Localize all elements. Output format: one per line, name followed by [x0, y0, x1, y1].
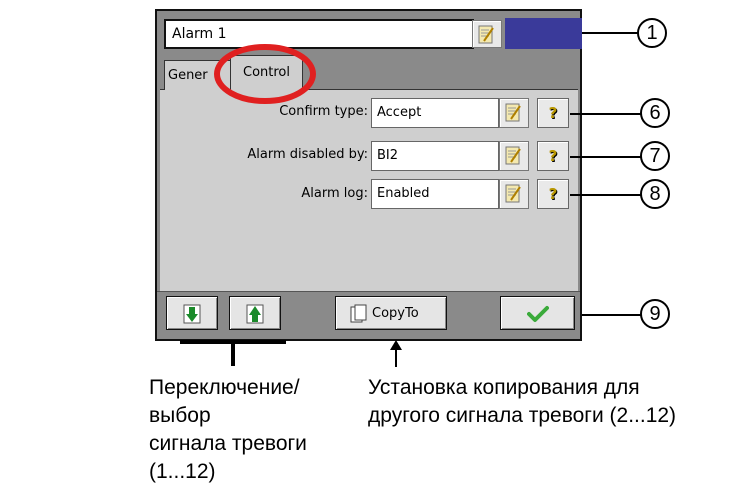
copyto-label: CopyTo — [372, 306, 419, 321]
callout-1: 1 — [637, 18, 667, 48]
callout-line-1 — [582, 32, 638, 34]
alarm-log-label: Alarm log: — [301, 186, 368, 201]
edit-icon — [505, 184, 521, 203]
copy-icon — [350, 304, 367, 323]
arrow-up-icon — [246, 304, 264, 324]
confirm-type-edit-button[interactable] — [499, 98, 529, 128]
edit-icon — [505, 103, 521, 122]
callout-7: 7 — [640, 141, 670, 171]
help-icon: ? — [548, 185, 558, 203]
alarm-disabled-by-edit-button[interactable] — [499, 141, 529, 171]
caption-right-line-1: Установка копирования для — [368, 376, 640, 399]
callout-9: 9 — [640, 299, 670, 329]
alarm-name-field[interactable]: Alarm 1 — [164, 19, 474, 49]
alarm-log-edit-button[interactable] — [499, 179, 529, 209]
title-edit-button[interactable] — [472, 20, 502, 48]
alarm-disabled-by-help-button[interactable]: ? — [537, 141, 569, 171]
caption-left-line-2: сигнала тревоги (1...12) — [149, 432, 307, 483]
title-bar — [505, 18, 582, 49]
highlight-ring — [214, 44, 316, 104]
caption-left: Переключение/выбор сигнала тревоги (1...… — [149, 374, 359, 486]
copyto-button[interactable]: CopyTo — [335, 296, 447, 330]
alarm-log-help-button[interactable]: ? — [537, 179, 569, 209]
caption-left-line-1: Переключение/выбор — [149, 376, 300, 427]
arrow-down-icon — [183, 304, 201, 324]
alarm-log-field[interactable]: Enabled — [371, 179, 499, 209]
edit-icon — [505, 146, 521, 165]
callout-6: 6 — [640, 98, 670, 128]
callout-line-6 — [570, 113, 642, 115]
confirm-type-field[interactable]: Accept — [371, 98, 499, 128]
callout-line-7 — [570, 156, 642, 158]
copyto-pointer-arrow — [390, 340, 402, 367]
alarm-disabled-by-label: Alarm disabled by: — [247, 147, 368, 162]
callout-line-9 — [582, 314, 642, 316]
callout-8: 8 — [640, 179, 670, 209]
caption-right-line-2: другого сигнала тревоги (2...12) — [368, 404, 677, 427]
bracket-stem — [231, 340, 235, 366]
help-icon: ? — [548, 147, 558, 165]
edit-icon — [478, 25, 494, 44]
alarm-disabled-by-field[interactable]: BI2 — [371, 141, 499, 171]
callout-line-8 — [570, 194, 642, 196]
next-alarm-button[interactable] — [166, 296, 218, 330]
confirm-type-help-button[interactable]: ? — [537, 98, 569, 128]
ok-button[interactable] — [500, 296, 575, 330]
help-icon: ? — [548, 104, 558, 122]
checkmark-icon — [526, 306, 549, 322]
caption-right: Установка копирования для другого сигнал… — [368, 374, 730, 430]
previous-alarm-button[interactable] — [229, 296, 281, 330]
